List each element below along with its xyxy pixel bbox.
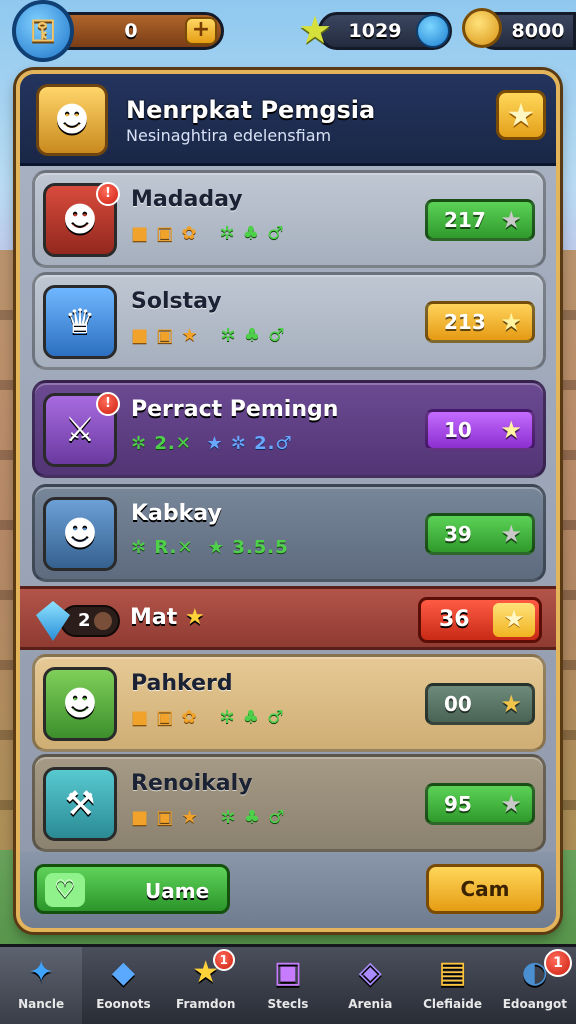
- detective-avatar-icon: ☻: [62, 514, 98, 554]
- player-stats: ■ ▣ ★ ✲ ♣ ♂: [131, 807, 286, 828]
- bottom-nav: ✦ Nancle ◆ Eoonots ★ 1 Framdon ▣ Stecls …: [0, 944, 576, 1024]
- star-icon: ★: [493, 603, 535, 637]
- star-icon: ★: [500, 790, 522, 818]
- notification-badge: !: [96, 392, 120, 416]
- coins-value: 8000: [511, 20, 565, 42]
- nav-item-home[interactable]: ✦ Nancle: [0, 947, 83, 1024]
- score-button[interactable]: 95 ★: [425, 783, 535, 825]
- player-row[interactable]: ☻ Pahkerd ■ ▣ ✿ ✲ ♣ ♂ 00 ★: [32, 654, 546, 752]
- gem-icon: [36, 601, 70, 641]
- score-button[interactable]: 213 ★: [425, 301, 535, 343]
- gems-value: 1029: [348, 20, 402, 42]
- rank-dot-icon: [94, 612, 112, 630]
- favorite-star-button[interactable]: ★: [496, 90, 546, 140]
- explorer-avatar-icon: ☻: [62, 200, 98, 240]
- nav-item-settings[interactable]: ◐ 1 Edoangot: [494, 947, 576, 1024]
- current-player-name: Mat ★: [130, 605, 205, 630]
- player-name: Pahkerd: [131, 671, 233, 696]
- princess-avatar-icon: ♛: [64, 302, 96, 342]
- nav-item-arena[interactable]: ◈ Arenia: [329, 947, 411, 1024]
- player-stats: ✲ 2.✕ ★ ✲ 2.♂: [131, 433, 293, 454]
- score-button[interactable]: 217 ★: [425, 199, 535, 241]
- player-name: Perract Pemingn: [131, 397, 339, 422]
- notification-badge: !: [96, 182, 120, 206]
- player-name: Madaday: [131, 187, 243, 212]
- score-button[interactable]: 00 ★: [425, 683, 535, 725]
- explorer-avatar-icon: ☻: [62, 684, 98, 724]
- nav-item-events[interactable]: ★ 1 Framdon: [165, 947, 247, 1024]
- player-row[interactable]: ⚒ Renoikaly ■ ▣ ★ ✲ ♣ ♂ 95 ★: [32, 754, 546, 852]
- star-icon: ★: [500, 690, 522, 718]
- player-stats: ■ ▣ ✿ ✲ ♣ ♂: [131, 223, 285, 244]
- add-keys-button[interactable]: +: [185, 17, 217, 45]
- player-row[interactable]: ⚔ ! Perract Pemingn ✲ 2.✕ ★ ✲ 2.♂ 10 ★: [32, 380, 546, 478]
- keys-value: 0: [124, 20, 138, 42]
- star-icon: ★: [184, 605, 205, 630]
- heart-icon: ♡: [45, 873, 85, 907]
- player-stats: ■ ▣ ✿ ✲ ♣ ♂: [131, 707, 285, 728]
- star-icon: ★: [500, 206, 522, 234]
- header-avatar: ☻: [36, 84, 108, 156]
- player-stats: ■ ▣ ★ ✲ ♣ ♂: [131, 325, 286, 346]
- player-avatar: ☻ !: [43, 182, 120, 257]
- nav-badge: 1: [543, 949, 572, 977]
- rank-pill: 2: [60, 605, 120, 637]
- player-row[interactable]: ☻ Kabkay ✲ R.✕ ★ 3.5.5 39 ★: [32, 484, 546, 582]
- nav-item-cards[interactable]: ▤ Clefiaide: [411, 947, 493, 1024]
- leaderboard-panel: ☻ Nenrpkat Pemgsia Nesinaghtira edelensf…: [16, 70, 560, 932]
- star-icon: ★: [500, 308, 522, 336]
- chest-icon: ▣: [273, 955, 303, 990]
- star-icon: ★: [500, 520, 522, 548]
- player-avatar: ⚒: [43, 767, 117, 841]
- star-icon: ★: [500, 416, 522, 444]
- collect-button[interactable]: Cam: [426, 864, 544, 914]
- player-avatar: ☻: [43, 497, 117, 571]
- player-avatar: ♛: [43, 285, 117, 359]
- panel-subtitle: Nesinaghtira edelensfiam: [126, 126, 332, 145]
- panel-title: Nenrpkat Pemgsia: [126, 96, 376, 124]
- cube-icon: ◆: [111, 955, 135, 990]
- player-avatar: ☻: [43, 667, 117, 741]
- panel-footer: ♡ Uame Cam: [20, 852, 556, 928]
- current-player-row[interactable]: 2 Mat ★ 36 ★: [20, 586, 556, 650]
- nav-item-boosters[interactable]: ◆ Eoonots: [82, 947, 164, 1024]
- coin-icon: [462, 8, 502, 48]
- star-currency-icon: ★: [298, 8, 333, 52]
- card-icon: ▤: [438, 955, 467, 990]
- score-button[interactable]: 10 ★: [425, 409, 535, 451]
- player-name: Renoikaly: [131, 771, 253, 796]
- player-name: Kabkay: [131, 501, 222, 526]
- dice-icon: ◈: [358, 955, 382, 990]
- like-button[interactable]: ♡ Uame: [34, 864, 230, 914]
- top-hud: 0 + ⚿ 1029 ★ 8000: [0, 0, 576, 64]
- player-row[interactable]: ♛ Solstay ■ ▣ ★ ✲ ♣ ♂ 213 ★: [32, 272, 546, 370]
- key-icon[interactable]: ⚿: [12, 0, 74, 62]
- explorer-avatar-icon: ☻: [54, 100, 90, 140]
- nav-item-stats[interactable]: ▣ Stecls: [247, 947, 329, 1024]
- dragon-icon: ✦: [28, 955, 54, 990]
- nav-badge: 1: [212, 949, 235, 971]
- panel-header: ☻ Nenrpkat Pemgsia Nesinaghtira edelensf…: [20, 74, 556, 166]
- warrior-avatar-icon: ⚔: [64, 410, 96, 450]
- player-stats: ✲ R.✕ ★ 3.5.5: [131, 537, 289, 558]
- player-avatar: ⚔ !: [43, 392, 120, 467]
- add-gems-button[interactable]: [416, 14, 450, 48]
- current-player-score-button[interactable]: 36 ★: [418, 597, 542, 643]
- player-row[interactable]: ☻ ! Madaday ■ ▣ ✿ ✲ ♣ ♂ 217 ★: [32, 170, 546, 268]
- hammer-avatar-icon: ⚒: [64, 784, 96, 824]
- score-button[interactable]: 39 ★: [425, 513, 535, 555]
- player-name: Solstay: [131, 289, 222, 314]
